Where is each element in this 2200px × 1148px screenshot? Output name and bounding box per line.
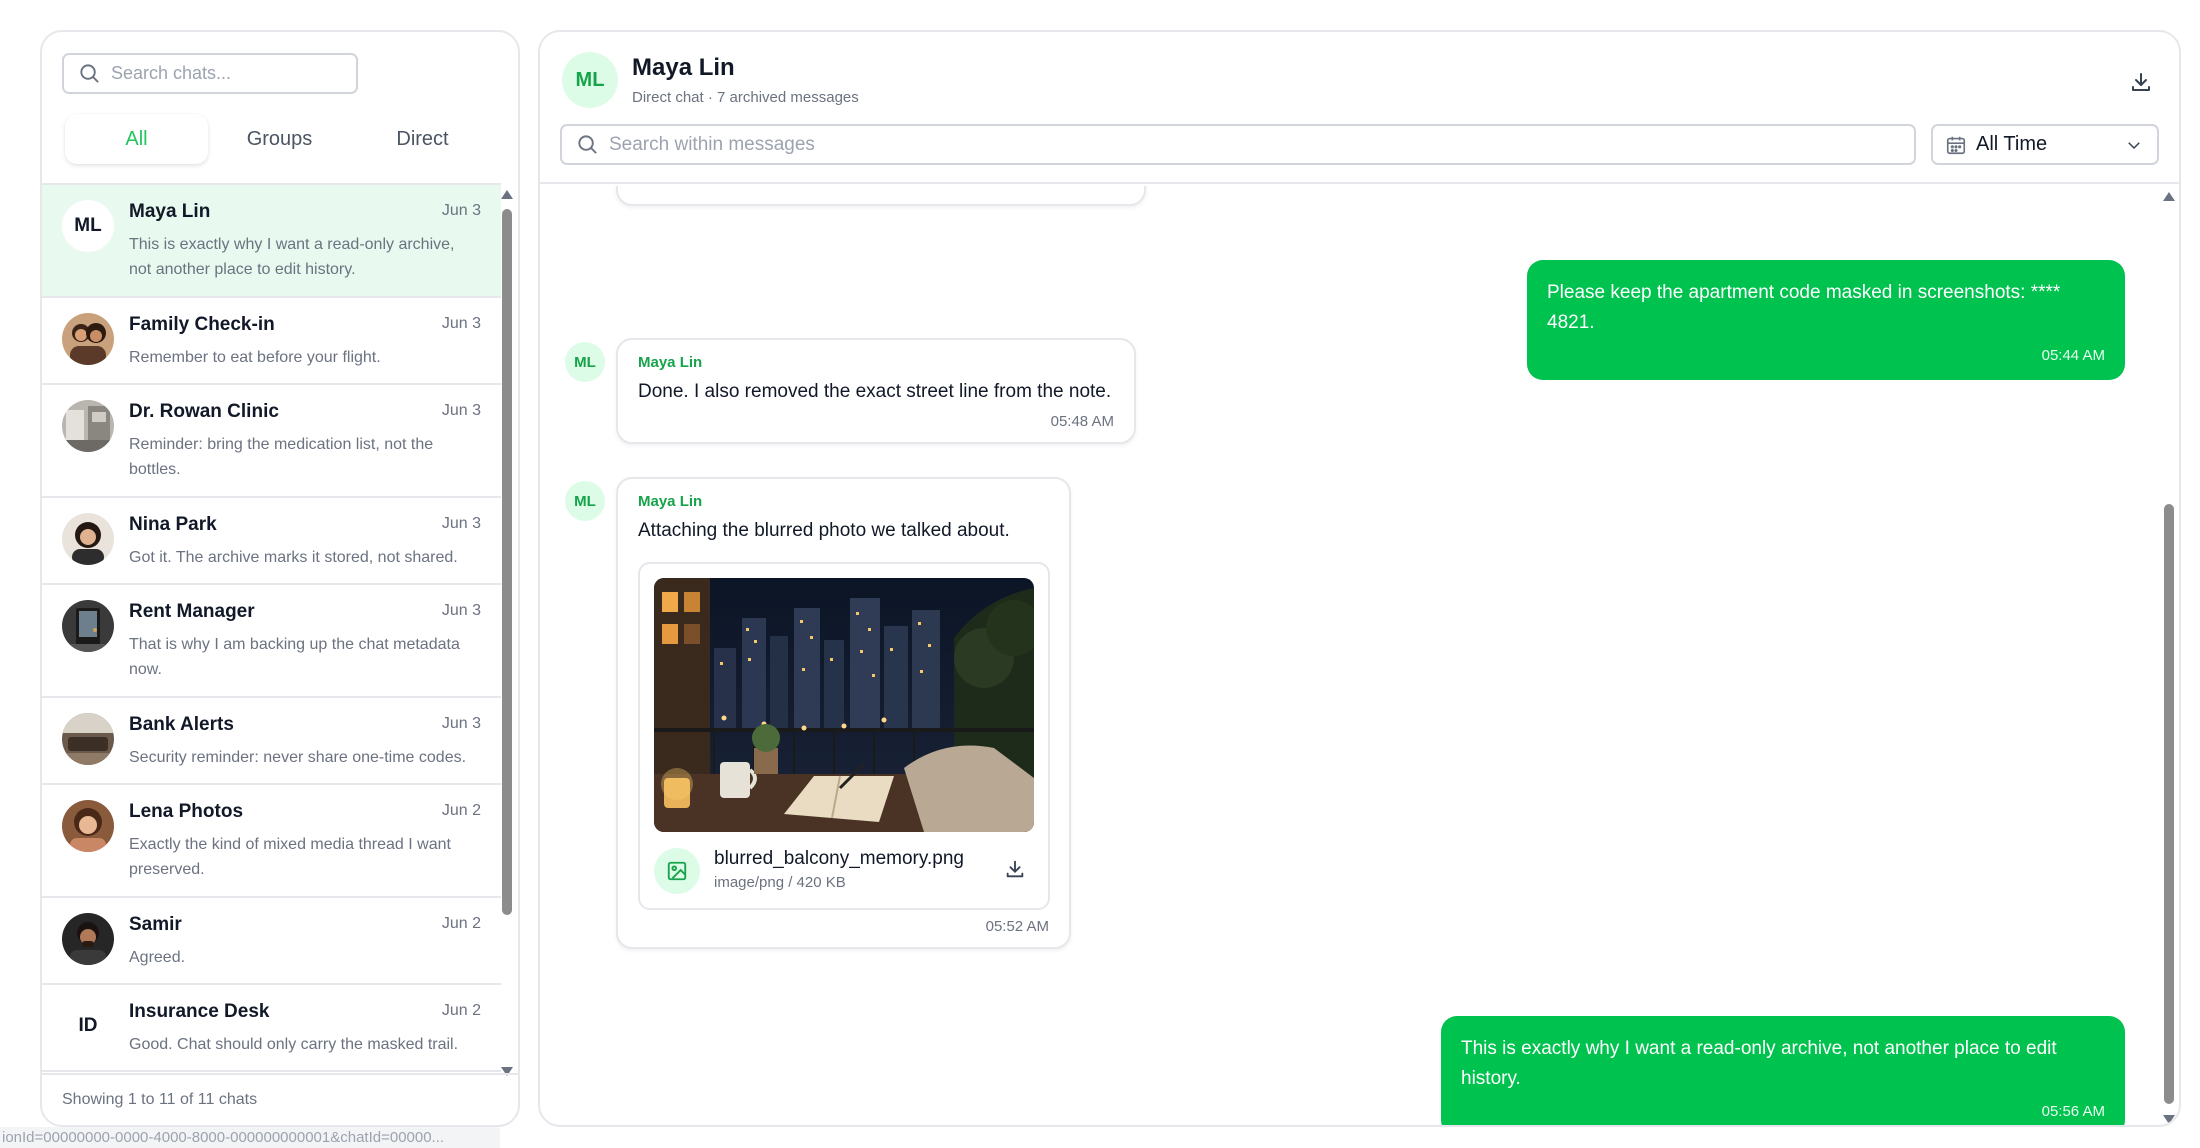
chat-item-samir[interactable]: Samir Jun 2 Agreed. bbox=[42, 898, 501, 985]
avatar bbox=[62, 800, 114, 852]
message-time: 05:52 AM bbox=[985, 918, 1049, 935]
chat-date: Jun 2 bbox=[441, 802, 481, 819]
message-bubble-outgoing: Please keep the apartment code masked in… bbox=[1527, 260, 2125, 380]
chat-preview: This is exactly why I want a read-only a… bbox=[129, 236, 455, 278]
tab-all[interactable]: All bbox=[65, 114, 208, 164]
avatar bbox=[62, 913, 114, 965]
avatar bbox=[62, 313, 114, 365]
message-time: 05:56 AM bbox=[2041, 1103, 2105, 1120]
chat-date: Jun 3 bbox=[441, 202, 481, 219]
message-search-box[interactable] bbox=[560, 124, 1916, 165]
avatar: ML bbox=[62, 200, 114, 252]
chat-date: Jun 3 bbox=[441, 315, 481, 332]
chat-name: Family Check-in bbox=[129, 314, 275, 335]
avatar: ML bbox=[565, 342, 605, 382]
message-time: 05:44 AM bbox=[2041, 347, 2105, 364]
chat-date: Jun 2 bbox=[441, 1002, 481, 1019]
attachment-details: blurred_balcony_memory.png image/png / 4… bbox=[654, 844, 1034, 896]
chat-preview: Security reminder: never share one-time … bbox=[129, 749, 467, 766]
message-text: Done. I also removed the exact street li… bbox=[638, 381, 1112, 402]
chat-header: ML Maya Lin Direct chat · 7 archived mes… bbox=[540, 32, 2179, 184]
message-bubble-partial bbox=[616, 186, 1146, 206]
chat-name: Insurance Desk bbox=[129, 1001, 270, 1022]
avatar bbox=[62, 513, 114, 565]
chat-filter-tabs: All Groups Direct bbox=[65, 114, 495, 164]
chat-name: Nina Park bbox=[129, 514, 217, 535]
chat-preview: Remember to eat before your flight. bbox=[129, 349, 381, 366]
message-list-scrollbar-thumb[interactable] bbox=[2164, 504, 2174, 1104]
chat-name: Rent Manager bbox=[129, 601, 255, 622]
chat-date: Jun 3 bbox=[441, 715, 481, 732]
chat-preview: Reminder: bring the medication list, not… bbox=[129, 436, 434, 478]
message-bubble-incoming: Maya Lin Done. I also removed the exact … bbox=[616, 338, 1136, 444]
scroll-up-arrow-icon[interactable] bbox=[2163, 192, 2175, 201]
calendar-icon bbox=[1946, 136, 1966, 154]
message-text: This is exactly why I want a read-only a… bbox=[1461, 1038, 2057, 1089]
message-sender: Maya Lin bbox=[638, 354, 703, 371]
search-icon bbox=[578, 135, 597, 154]
pagination-summary: Showing 1 to 11 of 11 chats bbox=[42, 1073, 518, 1125]
message-sender: Maya Lin bbox=[638, 493, 703, 510]
chat-sidebar: All Groups Direct ML Maya Lin Jun 3 This… bbox=[40, 30, 520, 1127]
chat-date: Jun 2 bbox=[441, 915, 481, 932]
chat-date: Jun 3 bbox=[441, 602, 481, 619]
chat-item-family-check-in[interactable]: Family Check-in Jun 3 Remember to eat be… bbox=[42, 298, 501, 385]
chat-name: Dr. Rowan Clinic bbox=[129, 401, 279, 422]
chat-name: Maya Lin bbox=[129, 201, 211, 222]
chat-list: ML Maya Lin Jun 3 This is exactly why I … bbox=[42, 183, 501, 1073]
chat-view: ML Maya Lin Direct chat · 7 archived mes… bbox=[538, 30, 2181, 1127]
chat-item-lena-photos[interactable]: Lena Photos Jun 2 Exactly the kind of mi… bbox=[42, 785, 501, 898]
chat-title: Maya Lin bbox=[632, 54, 735, 81]
chat-item-insurance-desk[interactable]: ID Insurance Desk Jun 2 Good. Chat shoul… bbox=[42, 985, 501, 1072]
chat-preview: Good. Chat should only carry the masked … bbox=[129, 1036, 459, 1053]
message-list: Please keep the apartment code masked in… bbox=[540, 186, 2179, 1125]
time-filter-value: All Time bbox=[1976, 133, 2048, 155]
avatar bbox=[62, 400, 114, 452]
chat-name: Bank Alerts bbox=[129, 714, 234, 735]
message-bubble-outgoing: This is exactly why I want a read-only a… bbox=[1441, 1016, 2125, 1125]
message-search-input[interactable] bbox=[609, 133, 1889, 156]
chat-subtitle: Direct chat · 7 archived messages bbox=[632, 89, 859, 106]
chat-item-maya-lin[interactable]: ML Maya Lin Jun 3 This is exactly why I … bbox=[42, 185, 501, 298]
download-icon[interactable] bbox=[2129, 70, 2153, 94]
avatar: ML bbox=[565, 481, 605, 521]
chat-preview: That is why I am backing up the chat met… bbox=[129, 636, 460, 678]
attachment-file-info: image/png / 420 KB bbox=[714, 874, 846, 891]
scroll-up-arrow-icon[interactable] bbox=[501, 190, 513, 199]
chat-date: Jun 3 bbox=[441, 515, 481, 532]
attachment-file-name: blurred_balcony_memory.png bbox=[714, 848, 964, 869]
attachment-image[interactable] bbox=[654, 578, 1034, 832]
message-time: 05:48 AM bbox=[1050, 413, 1114, 430]
chat-name: Lena Photos bbox=[129, 801, 244, 822]
chat-list-scrollbar-thumb[interactable] bbox=[502, 209, 512, 915]
chat-date: Jun 3 bbox=[441, 402, 481, 419]
browser-status-url: ionId=00000000-0000-4000-8000-0000000000… bbox=[0, 1127, 500, 1148]
chat-item-bank-alerts[interactable]: Bank Alerts Jun 3 Security reminder: nev… bbox=[42, 698, 501, 785]
message-text: Please keep the apartment code masked in… bbox=[1547, 282, 2061, 333]
chat-item-dr-rowan-clinic[interactable]: Dr. Rowan Clinic Jun 3 Reminder: bring t… bbox=[42, 385, 501, 498]
avatar: ML bbox=[562, 52, 618, 108]
chat-preview: Agreed. bbox=[129, 949, 186, 966]
download-icon[interactable] bbox=[1004, 858, 1026, 880]
avatar bbox=[62, 713, 114, 765]
message-bubble-incoming: Maya Lin Attaching the blurred photo we … bbox=[616, 477, 1071, 949]
image-file-icon bbox=[654, 848, 700, 894]
message-text: Attaching the blurred photo we talked ab… bbox=[638, 520, 1010, 541]
tab-direct[interactable]: Direct bbox=[351, 114, 494, 164]
chat-search-input[interactable] bbox=[111, 63, 331, 84]
tab-groups[interactable]: Groups bbox=[208, 114, 351, 164]
scroll-down-arrow-icon[interactable] bbox=[2163, 1115, 2175, 1124]
time-filter-select[interactable]: All Time bbox=[1931, 124, 2159, 165]
avatar bbox=[62, 600, 114, 652]
chat-preview: Got it. The archive marks it stored, not… bbox=[129, 549, 458, 566]
chat-item-nina-park[interactable]: Nina Park Jun 3 Got it. The archive mark… bbox=[42, 498, 501, 585]
chat-preview: Exactly the kind of mixed media thread I… bbox=[129, 836, 451, 878]
chat-search-box[interactable] bbox=[62, 53, 358, 94]
attachment-card[interactable]: blurred_balcony_memory.png image/png / 4… bbox=[638, 562, 1050, 910]
avatar: ID bbox=[62, 1000, 114, 1052]
chevron-down-icon bbox=[2128, 142, 2140, 150]
search-icon bbox=[80, 64, 99, 83]
chat-item-rent-manager[interactable]: Rent Manager Jun 3 That is why I am back… bbox=[42, 585, 501, 698]
chat-name: Samir bbox=[129, 914, 182, 935]
